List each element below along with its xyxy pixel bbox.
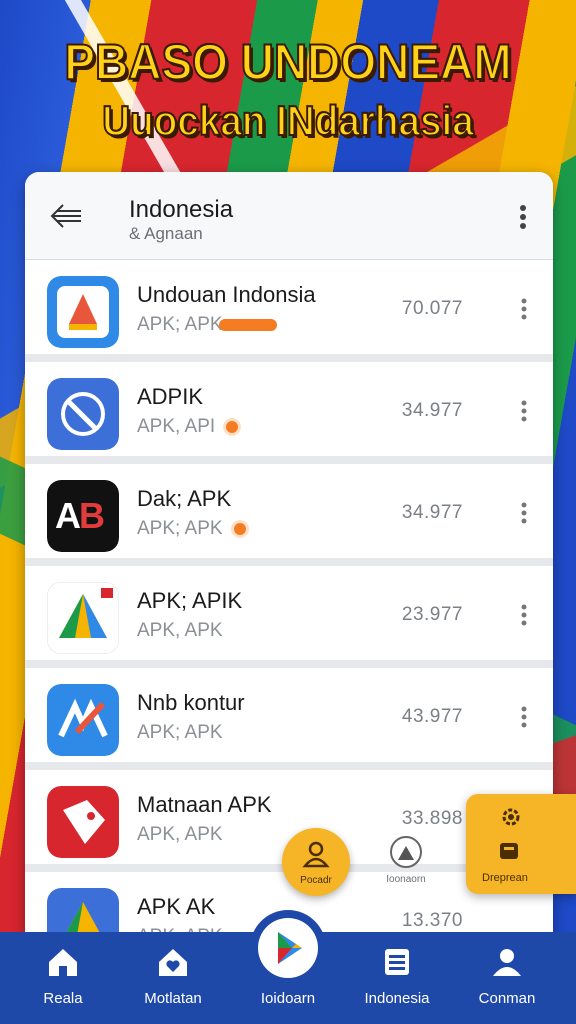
app-sub: APK, APK [137,824,223,845]
list-item[interactable]: Undouan Indonsia APK; APK 70.077 [25,260,553,362]
m-logo-icon [47,684,119,756]
svg-text:A: A [55,495,81,536]
list-item[interactable]: ADPIK APK, API 34.977 [25,362,553,464]
more-vert-icon[interactable] [521,502,527,524]
status-dot [223,417,242,436]
more-vert-icon[interactable] [519,204,527,230]
download-count: 70.077 [401,298,463,319]
shield-book-icon [47,276,119,348]
app-name: APK AK [137,894,216,919]
banner-line-1: PBASO UNDONEAM [63,33,512,91]
progress-tag [218,318,277,331]
more-vert-icon[interactable] [521,706,527,728]
nav-item-conman[interactable]: Conman [452,932,562,1024]
download-count: 23.977 [401,604,463,625]
nav-item-home[interactable]: Reala [8,932,118,1024]
app-sub: APK, APK [137,620,223,641]
fox-icon [47,786,119,858]
download-count: 13.370 [401,910,463,931]
person-outline-icon [302,841,330,868]
nav-label: Reala [43,990,83,1007]
ab-logo-icon: A B [47,480,119,552]
banner-line-2: Uuockan INdarhasia [101,96,474,145]
nav-label: Indonesia [364,990,430,1007]
primary-fab[interactable]: Pocadr [282,828,350,896]
app-name: Nnb kontur [137,690,245,715]
app-sub: APK, API [137,416,242,438]
side-panel-label: Dreprean [482,872,528,884]
promo-banner: PBASO UNDONEAM Uuockan INdarhasia [0,30,576,148]
nav-item-motlatan[interactable]: Motlatan [118,932,228,1024]
person-circle-icon [390,836,422,868]
primary-fab-label: Pocadr [300,875,332,886]
app-name: ADPIK [137,384,204,409]
app-sub: APK; APK [137,314,277,336]
nav-label: Conman [478,990,536,1007]
status-dot [230,519,249,538]
download-count: 34.977 [401,502,463,523]
nav-label: Motlatan [144,990,202,1007]
list-item[interactable]: APK; APIK APK, APK 23.977 [25,566,553,668]
play-store-icon [278,932,302,964]
app-name: Undouan Indonsia [137,282,316,307]
nav-item-indonesia[interactable]: Indonesia [342,932,452,1024]
side-action-panel[interactable]: Dreprean [466,794,576,894]
list-item[interactable]: A B Dak; APK APK; APK 34.977 [25,464,553,566]
compass-icon [47,378,119,450]
download-count: 43.977 [401,706,463,727]
list-item[interactable]: Nnb kontur APK; APK 43.977 [25,668,553,770]
storage-icon [500,843,518,859]
page-title: Indonesia [129,196,234,223]
top-app-bar: Indonesia & Agnaan [25,172,553,260]
app-sub: APK; APK [137,722,223,743]
back-arrow-icon[interactable] [49,202,83,230]
app-name: APK; APIK [137,588,243,613]
secondary-fab-label: Ioonaorn [386,874,426,885]
more-vert-icon[interactable] [521,604,527,626]
page-subtitle: & Agnaan [129,224,203,243]
more-vert-icon[interactable] [521,400,527,422]
download-count: 33.898 [401,808,463,829]
app-name: Dak; APK [137,486,232,511]
home-icon [49,949,77,976]
app-name: Matnaan APK [137,792,272,817]
svg-text:B: B [79,495,105,536]
person-icon [493,949,521,976]
download-count: 34.977 [401,400,463,421]
home-heart-icon [159,949,187,976]
secondary-fab[interactable]: Ioonaorn [378,830,434,890]
list-icon [385,949,409,975]
play-store-button[interactable] [250,910,326,986]
gear-icon [502,808,520,826]
nav-label: Ioidoarn [260,990,316,1007]
app-sub: APK; APK [137,518,249,540]
drive-triangle-icon [47,582,119,654]
more-vert-icon[interactable] [521,298,527,320]
